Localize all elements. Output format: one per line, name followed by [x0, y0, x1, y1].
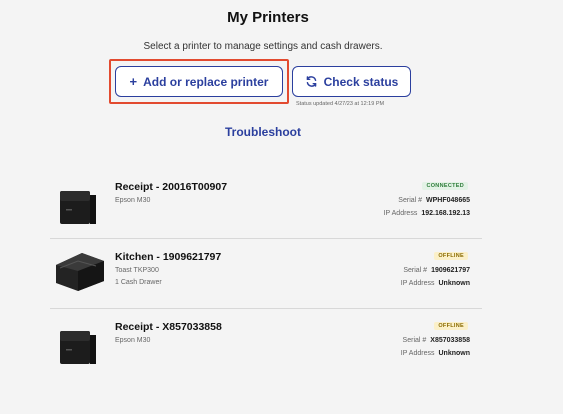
printer-image	[52, 247, 106, 293]
serial-value: 1909621797	[431, 267, 470, 274]
check-status-label: Check status	[323, 74, 399, 89]
serial-label: Serial #	[403, 267, 428, 274]
serial-line: Serial # X857033858	[403, 337, 470, 344]
serial-value: X857033858	[430, 337, 470, 344]
printer-image	[54, 327, 100, 369]
serial-line: Serial # WPHF048665	[398, 197, 470, 204]
cash-drawer-count: 1 Cash Drawer	[115, 279, 162, 286]
serial-label: Serial #	[402, 337, 427, 344]
add-printer-highlight	[109, 59, 289, 104]
serial-line: Serial #1909621797	[403, 267, 470, 274]
refresh-icon	[305, 75, 318, 88]
printer-row[interactable]: Kitchen - 1909621797 Toast TKP300 1 Cash…	[50, 245, 482, 315]
row-divider	[50, 308, 482, 309]
ip-label: IP Address	[383, 210, 418, 217]
printer-image	[54, 187, 100, 229]
status-updated-text: Status updated 4/27/23 at 12:19 PM	[296, 101, 385, 107]
printer-model: Toast TKP300	[115, 267, 159, 274]
printer-row[interactable]: Receipt - X857033858 Epson M30 OFFLINE S…	[50, 315, 482, 385]
serial-value: WPHF048665	[426, 197, 470, 204]
page-subtitle: Select a printer to manage settings and …	[143, 41, 383, 52]
serial-label: Serial #	[398, 197, 423, 204]
row-divider	[50, 238, 482, 239]
ip-value: Unknown	[438, 280, 471, 287]
troubleshoot-link[interactable]: Troubleshoot	[0, 125, 526, 139]
check-status-button[interactable]: Check status	[292, 66, 411, 97]
printer-name: Receipt - 20016T00907	[115, 181, 228, 193]
ip-line: IP Address 192.168.192.13	[384, 210, 470, 217]
ip-label: IP Address	[400, 350, 435, 357]
ip-label: IP Address	[400, 280, 435, 287]
printer-name: Kitchen - 1909621797	[115, 251, 222, 263]
printer-name: Receipt - X857033858	[115, 321, 222, 333]
ip-line: IP Address Unknown	[401, 280, 470, 287]
printer-model: Epson M30	[115, 197, 151, 204]
ip-value: 192.168.192.13	[421, 210, 470, 217]
status-badge: OFFLINE	[434, 252, 468, 260]
status-badge: OFFLINE	[434, 322, 468, 330]
status-badge: CONNECTED	[422, 182, 468, 190]
ip-value: Unknown	[438, 350, 471, 357]
page-title: My Printers	[227, 9, 309, 26]
printer-row[interactable]: Receipt - 20016T00907 Epson M30 CONNECTE…	[50, 175, 482, 245]
printer-model: Epson M30	[115, 337, 151, 344]
ip-line: IP Address Unknown	[401, 350, 470, 357]
